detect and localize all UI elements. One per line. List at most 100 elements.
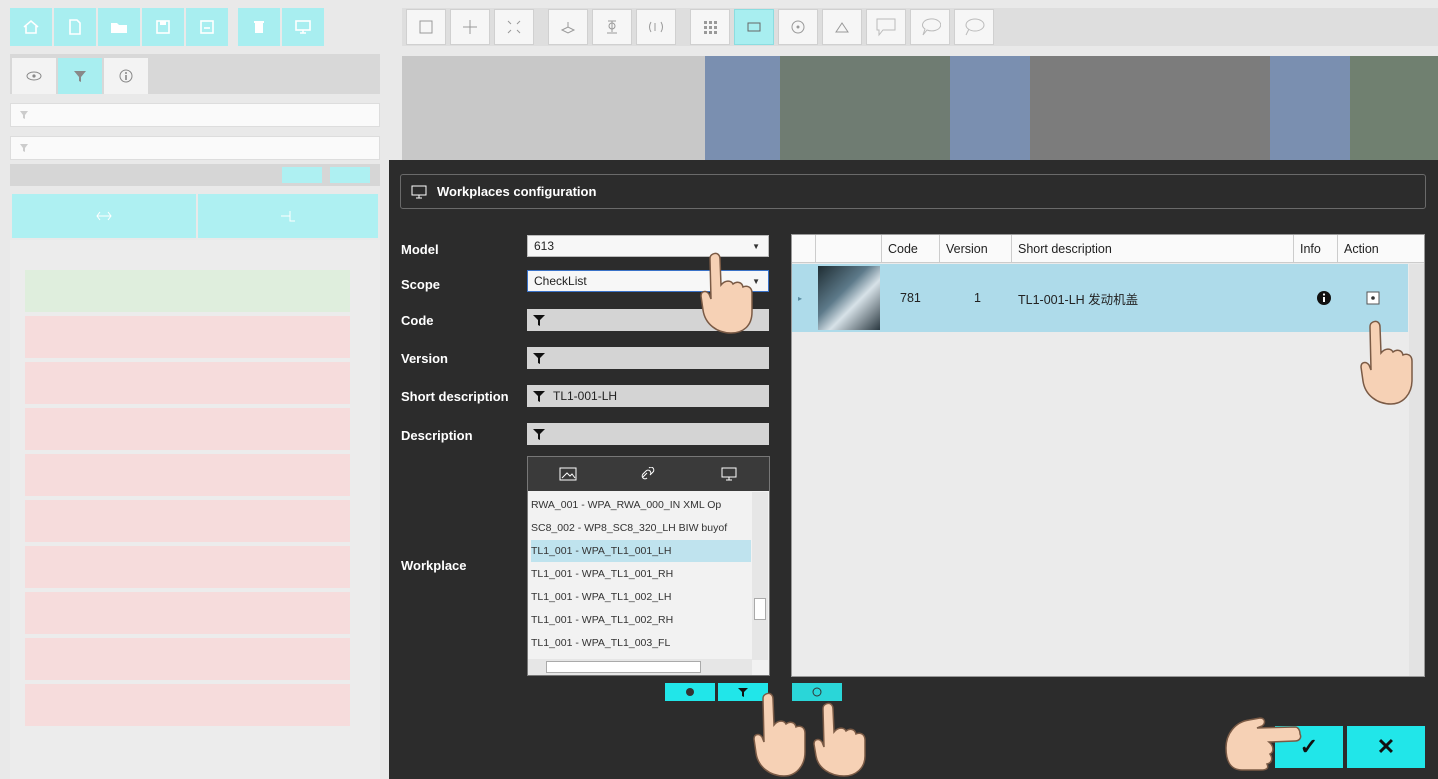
tool-b-button[interactable] — [592, 9, 632, 45]
thumbnail-blue[interactable] — [950, 56, 1030, 160]
rectangle-button[interactable] — [734, 9, 774, 45]
confirm-button[interactable]: ✓ — [1275, 726, 1343, 768]
cancel-button[interactable]: ✕ — [1347, 726, 1425, 768]
grid-col-version[interactable]: Version — [940, 235, 1012, 263]
delete-button[interactable] — [238, 8, 280, 46]
eye-icon — [26, 71, 42, 81]
scroll-thumb[interactable] — [546, 661, 701, 673]
tool-a-icon — [560, 22, 576, 34]
list-item[interactable] — [25, 592, 350, 634]
monitor-button[interactable] — [282, 8, 324, 46]
workplace-item[interactable]: TL1_001 - WPA_TL1_003_FL — [531, 632, 751, 654]
list-item[interactable] — [25, 684, 350, 726]
select-rect-button[interactable] — [406, 9, 446, 45]
workplace-horizontal-scrollbar[interactable] — [528, 659, 752, 675]
link-icon[interactable] — [639, 467, 657, 481]
grid-col-code[interactable]: Code — [882, 235, 940, 263]
tab-info[interactable] — [104, 58, 148, 94]
save-as-icon — [200, 20, 214, 34]
grid-col-short-description[interactable]: Short description — [1012, 235, 1294, 263]
workplace-item[interactable]: SC8_002 - WP8_SC8_320_LH BIW buyof — [531, 517, 751, 539]
scope-label: Scope — [401, 277, 441, 292]
row-info[interactable] — [1316, 264, 1332, 332]
list-item[interactable] — [25, 362, 350, 404]
list-item[interactable] — [25, 270, 350, 312]
workplace-item[interactable]: TL1_001 - WPA_TL1_002_LH — [531, 586, 751, 608]
grid-vertical-scrollbar[interactable] — [1409, 264, 1424, 676]
open-button[interactable] — [98, 8, 140, 46]
delete-icon — [254, 21, 264, 33]
left-filter-1[interactable] — [10, 103, 380, 127]
tab-filter[interactable] — [58, 58, 102, 94]
short-description-filter-field[interactable]: TL1-001-LH — [527, 385, 769, 407]
move-button[interactable] — [450, 9, 490, 45]
tool-c-icon — [649, 21, 663, 33]
workplace-item[interactable]: TL1_001 - WPA_TL1_002_RH — [531, 609, 751, 631]
left-small-button-2[interactable] — [330, 167, 370, 183]
code-filter-field[interactable] — [527, 309, 769, 331]
list-item[interactable] — [25, 638, 350, 680]
thumbnail-photo[interactable] — [1350, 56, 1438, 160]
add-icon — [812, 687, 822, 697]
thumbnail-blue[interactable] — [1270, 56, 1350, 160]
grid-col-action[interactable]: Action — [1338, 235, 1408, 263]
tool-c-button[interactable] — [636, 9, 676, 45]
add-button[interactable] — [792, 683, 842, 701]
tool-b-icon — [607, 20, 617, 34]
thumbnail-photo[interactable] — [1030, 56, 1270, 160]
monitor-icon[interactable] — [720, 467, 738, 481]
chevron-down-icon: ▼ — [752, 241, 760, 251]
fit-button[interactable] — [494, 9, 534, 45]
save-as-button[interactable] — [186, 8, 228, 46]
workplace-item[interactable]: RWA_001 - WPA_RWA_000_IN XML Op — [531, 494, 751, 516]
model-label: Model — [401, 242, 439, 257]
left-toolbar-band — [10, 164, 380, 186]
image-icon[interactable] — [559, 467, 577, 481]
home-button[interactable] — [10, 8, 52, 46]
drawing-toolbar — [402, 8, 1438, 46]
scope-select[interactable]: CheckList ▼ — [527, 270, 769, 292]
circle-button[interactable] — [778, 9, 818, 45]
row-thumbnail[interactable] — [816, 264, 882, 332]
list-item[interactable] — [25, 408, 350, 450]
grid-col-info[interactable]: Info — [1294, 235, 1338, 263]
triangle-button[interactable] — [822, 9, 862, 45]
list-item[interactable] — [25, 454, 350, 496]
list-item[interactable] — [25, 316, 350, 358]
description-filter-field[interactable] — [527, 423, 769, 445]
row-action[interactable] — [1366, 264, 1380, 332]
grid-header: Code Version Short description Info Acti… — [792, 235, 1424, 263]
left-small-button-1[interactable] — [282, 167, 322, 183]
filter-icon — [738, 688, 748, 697]
callout-oval-button[interactable] — [954, 9, 994, 45]
model-value: 613 — [534, 239, 555, 253]
list-item[interactable] — [25, 500, 350, 542]
move-icon — [463, 20, 477, 34]
list-item[interactable] — [25, 546, 350, 588]
thumbnail-photo[interactable] — [780, 56, 950, 160]
filter-icon — [533, 429, 545, 440]
callout-round-button[interactable] — [910, 9, 950, 45]
workplace-vertical-scrollbar[interactable] — [752, 492, 768, 660]
table-row[interactable]: ▸ 781 1 TL1-001-LH 发动机盖 — [792, 264, 1408, 332]
row-version: 1 — [974, 291, 981, 305]
grid-button[interactable] — [690, 9, 730, 45]
tool-a-button[interactable] — [548, 9, 588, 45]
reset-button[interactable] — [665, 683, 715, 701]
workplace-item-selected[interactable]: TL1_001 - WPA_TL1_001_LH — [531, 540, 751, 562]
version-filter-field[interactable] — [527, 347, 769, 369]
model-select[interactable]: 613 ▼ — [527, 235, 769, 257]
left-filter-2[interactable] — [10, 136, 380, 160]
apply-filter-button[interactable] — [718, 683, 768, 701]
select-rect-icon — [419, 20, 433, 34]
tab-view[interactable] — [12, 58, 56, 94]
left-action-button-2[interactable] — [198, 194, 378, 238]
thumbnail-blue[interactable] — [705, 56, 780, 160]
thumbnail-blank — [402, 56, 705, 160]
save-button[interactable] — [142, 8, 184, 46]
new-document-button[interactable] — [54, 8, 96, 46]
left-action-button-1[interactable] — [12, 194, 196, 238]
callout-rect-button[interactable] — [866, 9, 906, 45]
workplace-item[interactable]: TL1_001 - WPA_TL1_001_RH — [531, 563, 751, 585]
scroll-thumb[interactable] — [754, 598, 766, 620]
